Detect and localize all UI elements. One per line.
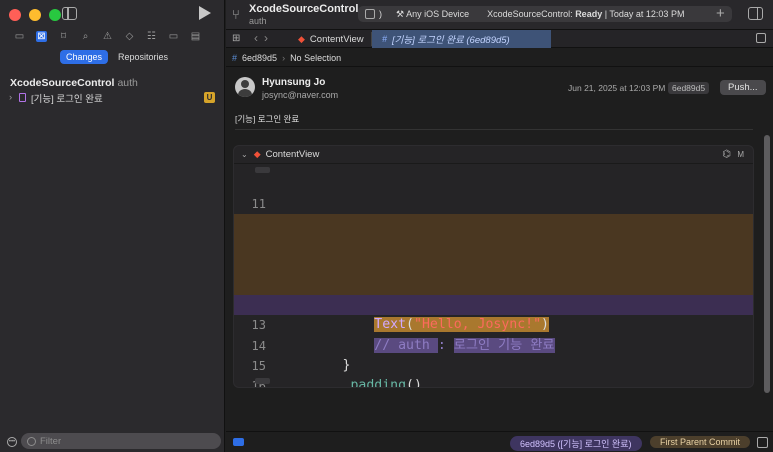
swift-icon: ◆ bbox=[253, 149, 261, 159]
commit-file-icon bbox=[19, 93, 26, 102]
commit-icon: # bbox=[232, 52, 238, 63]
commit-label: [기능] 로그인 완료 bbox=[31, 93, 103, 105]
file-name: ContentView bbox=[265, 149, 320, 160]
tab-changes[interactable]: Changes bbox=[60, 50, 109, 64]
navigator-segmented-control: Changes Repositories bbox=[60, 50, 174, 64]
comparison-icon[interactable] bbox=[233, 438, 244, 446]
inspector-toggle-icon[interactable] bbox=[748, 7, 763, 20]
code-line: 11 var body: some View { bbox=[234, 174, 753, 231]
author-email: josync@naver.com bbox=[262, 90, 339, 100]
commit-list-item[interactable]: › [기능] 로그인 완료 U bbox=[9, 91, 215, 105]
avatar bbox=[235, 77, 255, 97]
file-diff-card: ⌄ ◆ ContentView ⌬ M 11 var body: some Vi… bbox=[233, 145, 754, 388]
jumpbar-selection[interactable]: No Selection bbox=[290, 53, 341, 63]
code-line-modified: .imageScale(.large) bbox=[234, 234, 753, 292]
navigator-sidebar: ▭ ⊠ ⌑ ⌕ ⚠ ◇ ☷ ▭ ▤ Changes Repositories X… bbox=[0, 0, 225, 452]
tab-repositories[interactable]: Repositories bbox=[112, 50, 174, 64]
file-diff-header[interactable]: ⌄ ◆ ContentView ⌬ M bbox=[234, 146, 753, 164]
scheme-prefix: ) bbox=[379, 9, 382, 19]
minimize-button[interactable] bbox=[29, 9, 41, 21]
repository-name: XcodeSourceControl bbox=[10, 77, 115, 89]
report-icon[interactable]: ▤ bbox=[190, 31, 201, 42]
destination-selector[interactable]: ⚒ Any iOS Device bbox=[396, 9, 469, 20]
navigator-tabs: ▭ ⊠ ⌑ ⌕ ⚠ ◇ ☷ ▭ ▤ bbox=[14, 31, 201, 42]
zoom-button[interactable] bbox=[49, 9, 61, 21]
code-line-modified: Text("Hello, Josync!") bbox=[234, 274, 753, 333]
editor-status-bar: 6ed89d5 ([기능] 로그인 완료) First Parent Commi… bbox=[226, 431, 773, 452]
code-line: 16 } bbox=[234, 356, 753, 387]
commit-pill[interactable]: 6ed89d5 ([기능] 로그인 완료) bbox=[510, 436, 642, 451]
source-control-icon[interactable]: ⊠ bbox=[36, 31, 47, 42]
search-icon[interactable]: ⌕ bbox=[80, 31, 91, 42]
editor-tab-bar: ⊞ ‹› ◆ ContentView # [기능] 로그인 완료 (6ed89d… bbox=[226, 29, 773, 48]
code-line: 15 .padding() bbox=[234, 336, 753, 387]
chevron-right-icon: › bbox=[282, 52, 286, 63]
branch-icon: ⑂ bbox=[232, 7, 240, 22]
close-button[interactable] bbox=[9, 9, 21, 21]
filter-placeholder: Filter bbox=[40, 435, 62, 447]
layout-icon[interactable] bbox=[757, 437, 768, 448]
scheme-status-bar[interactable]: ) ⚒ Any iOS Device XcodeSourceControl: R… bbox=[358, 6, 732, 22]
commit-detail: Hyunsung Jo josync@naver.com Jun 21, 202… bbox=[226, 68, 773, 430]
code-line-added: 13 // auth : 로그인 기능 완료 bbox=[234, 295, 753, 353]
code-diff: 11 var body: some View { 12 VStack { Ima… bbox=[234, 174, 753, 387]
editor-area: ⑂ XcodeSourceControl auth ) ⚒ Any iOS De… bbox=[226, 0, 773, 452]
warning-icon[interactable]: ⚠ bbox=[102, 31, 113, 42]
status-badge: U bbox=[204, 92, 215, 103]
bookmark-icon[interactable]: ⌑ bbox=[58, 31, 69, 42]
commit-icon: # bbox=[382, 34, 388, 44]
run-icon[interactable] bbox=[199, 6, 211, 20]
app-icon bbox=[365, 9, 375, 19]
push-button[interactable]: Push... bbox=[720, 80, 766, 95]
filter-icon bbox=[27, 436, 36, 446]
discard-icon[interactable]: ⌬ bbox=[722, 149, 731, 160]
filter-input[interactable]: Filter bbox=[21, 433, 221, 449]
expand-context-icon[interactable] bbox=[255, 167, 270, 173]
expand-context-icon[interactable] bbox=[255, 378, 270, 384]
debug-icon[interactable]: ☷ bbox=[146, 31, 157, 42]
add-icon[interactable]: + bbox=[716, 5, 725, 22]
breakpoint-icon[interactable]: ▭ bbox=[168, 31, 179, 42]
code-line: 12 VStack { bbox=[234, 194, 753, 251]
compare-pill[interactable]: First Parent Commit bbox=[650, 436, 751, 448]
commit-message: [기능] 로그인 완료 bbox=[235, 114, 300, 124]
chevron-right-icon[interactable]: › bbox=[9, 92, 19, 103]
folder-icon[interactable]: ▭ bbox=[14, 31, 25, 42]
tab-commit[interactable]: # [기능] 로그인 완료 (6ed89d5) bbox=[372, 30, 551, 48]
options-icon[interactable]: ••• bbox=[7, 437, 17, 447]
chevron-down-icon[interactable]: ⌄ bbox=[241, 150, 248, 159]
build-status: XcodeSourceControl: Ready | Today at 12:… bbox=[487, 9, 685, 19]
window-toolbar: ⑂ XcodeSourceControl auth ) ⚒ Any iOS De… bbox=[226, 0, 773, 29]
repository-branch: auth bbox=[117, 77, 138, 89]
test-icon[interactable]: ◇ bbox=[124, 31, 135, 42]
swift-icon: ◆ bbox=[298, 33, 305, 44]
divider bbox=[235, 129, 753, 130]
project-title: XcodeSourceControl bbox=[249, 3, 359, 15]
project-branch: auth bbox=[249, 16, 267, 26]
author-name: Hyunsung Jo bbox=[262, 77, 326, 88]
hammer-icon: ⚒ bbox=[396, 8, 407, 19]
code-line-modified: Image(systemName: "heart.fill") bbox=[234, 214, 753, 272]
grid-icon[interactable]: ⊞ bbox=[232, 33, 240, 44]
code-line-modified: .foregroundStyle(.tint) bbox=[234, 254, 753, 313]
tab-contentview[interactable]: ◆ ContentView bbox=[288, 30, 371, 48]
sidebar-toggle-icon[interactable] bbox=[62, 7, 77, 20]
commit-hash-badge: 6ed89d5 bbox=[668, 82, 710, 94]
add-editor-icon[interactable] bbox=[756, 33, 766, 43]
repository-header: XcodeSourceControl auth bbox=[10, 77, 138, 89]
window-controls bbox=[9, 9, 61, 21]
vertical-scrollbar[interactable] bbox=[764, 135, 770, 393]
file-status: M bbox=[737, 150, 744, 159]
jumpbar-commit[interactable]: 6ed89d5 bbox=[242, 53, 277, 63]
navigation-arrows[interactable]: ‹› bbox=[254, 31, 274, 45]
code-line: 14 } bbox=[234, 315, 753, 373]
jump-bar: # 6ed89d5 › No Selection bbox=[226, 49, 773, 67]
commit-date: Jun 21, 2025 at 12:03 PM bbox=[568, 83, 666, 93]
